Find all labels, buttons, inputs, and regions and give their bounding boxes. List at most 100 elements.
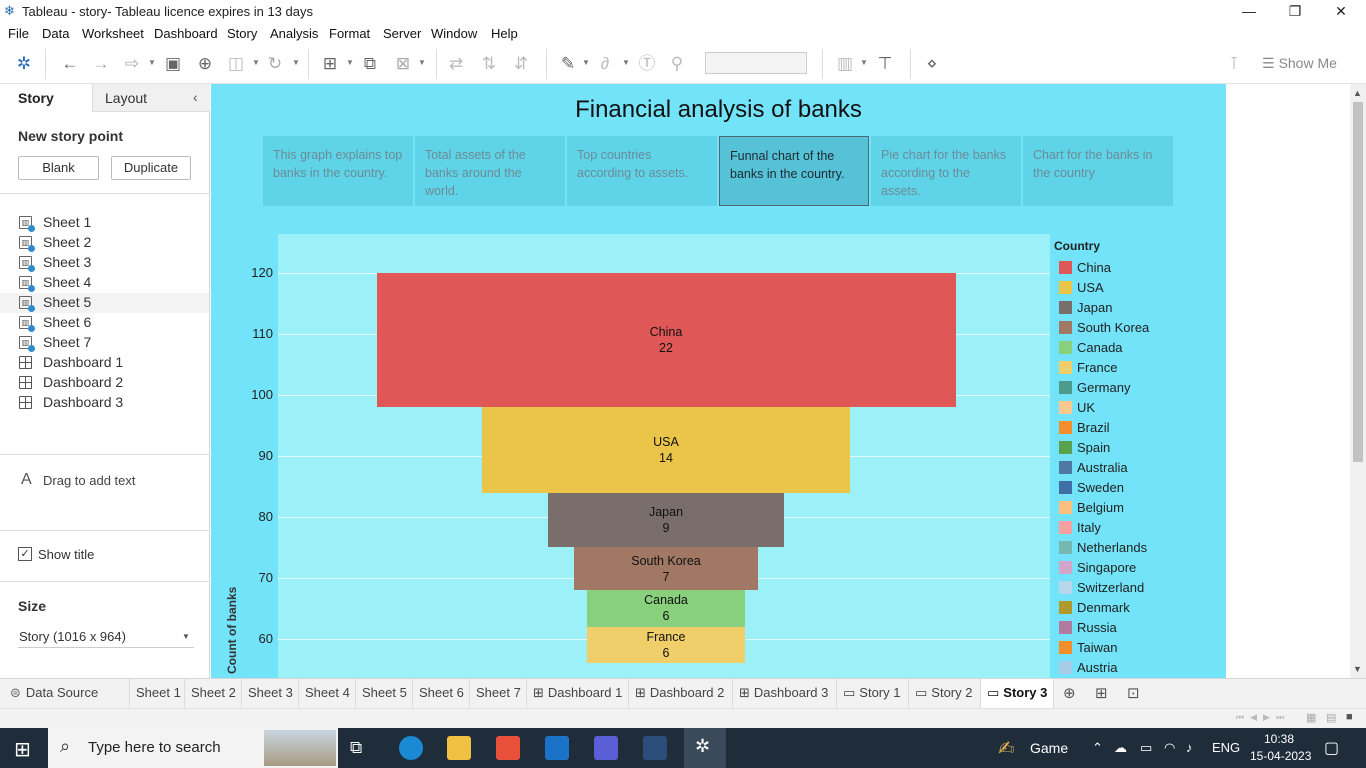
sort-descending-icon[interactable]: ⇵ xyxy=(511,54,531,74)
chevron-down-icon[interactable]: ▼ xyxy=(622,58,630,67)
pin-icon[interactable]: ⊺ xyxy=(1224,54,1244,74)
tab-dashboard-1[interactable]: ⊞ Dashboard 1 xyxy=(527,679,629,708)
menu-analysis[interactable]: Analysis xyxy=(270,26,318,41)
show-title-checkbox[interactable]: ✓ xyxy=(18,547,32,561)
chevron-up-icon[interactable]: ⌃ xyxy=(1092,740,1103,756)
tab-sheet-2[interactable]: Sheet 2 xyxy=(185,679,242,708)
scroll-up-icon[interactable]: ▲ xyxy=(1353,88,1362,98)
size-dropdown[interactable]: Story (1016 x 964) ▼ xyxy=(18,624,194,648)
microsoft-store-icon[interactable] xyxy=(496,736,520,760)
tab-dashboard-3[interactable]: ⊞ Dashboard 3 xyxy=(733,679,837,708)
tab-sheet-6[interactable]: Sheet 6 xyxy=(413,679,470,708)
show-cards-icon[interactable]: ▥ xyxy=(835,54,855,74)
blank-button[interactable]: Blank xyxy=(18,156,99,180)
tab-sheet-3[interactable]: Sheet 3 xyxy=(242,679,299,708)
story-point-2[interactable]: Total assets of the banks around the wor… xyxy=(415,136,565,206)
undo-icon[interactable]: ← xyxy=(60,54,80,74)
tab-sheet-7[interactable]: Sheet 7 xyxy=(470,679,527,708)
sheet-item[interactable]: ▥ Sheet 2 xyxy=(0,233,209,253)
collapse-pane-icon[interactable]: ‹ xyxy=(193,89,198,105)
mail-icon[interactable] xyxy=(545,736,569,760)
show-labels-icon[interactable]: Ⓣ xyxy=(637,54,657,74)
vertical-scrollbar[interactable]: ▲ ▼ xyxy=(1350,84,1366,678)
sheet-item[interactable]: ▥ Sheet 6 xyxy=(0,313,209,333)
chevron-down-icon[interactable]: ▼ xyxy=(292,58,300,67)
show-me-button[interactable]: ☰ Show Me xyxy=(1262,55,1337,72)
restore-icon[interactable]: ❐ xyxy=(1272,2,1318,22)
sheet-item[interactable]: ▥ Sheet 5 xyxy=(0,293,209,313)
show-filmstrip-icon[interactable]: ▦ xyxy=(1306,711,1316,724)
language-indicator[interactable]: ENG xyxy=(1212,740,1240,755)
story-point-3[interactable]: Top countries according to assets. xyxy=(567,136,717,206)
new-worksheet-icon[interactable]: ⊕ xyxy=(1063,684,1076,702)
new-data-source-icon[interactable]: ⊕ xyxy=(195,54,215,74)
game-icon[interactable]: ✍ xyxy=(998,736,1015,761)
tab-sheet-4[interactable]: Sheet 4 xyxy=(299,679,356,708)
sort-ascending-icon[interactable]: ⇅ xyxy=(479,54,499,74)
network-icon[interactable]: ☁ xyxy=(1114,740,1127,756)
chevron-down-icon[interactable]: ▼ xyxy=(418,58,426,67)
tab-story[interactable]: Story xyxy=(18,90,54,106)
sheet-item[interactable]: ▥ Sheet 1 xyxy=(0,213,209,233)
refresh-icon[interactable]: ↻ xyxy=(265,54,285,74)
replay-icon[interactable]: ⇨ xyxy=(122,54,142,74)
share-icon[interactable]: ⋄ xyxy=(922,54,942,74)
scroll-thumb[interactable] xyxy=(1353,102,1363,462)
volume-icon[interactable]: ♪ xyxy=(1186,740,1193,755)
funnel-chart-plot[interactable]: China 22 USA 14 Japan 9 South Korea 7 Canada 6 Fra… xyxy=(278,234,1050,678)
scroll-down-icon[interactable]: ▼ xyxy=(1353,664,1362,674)
menu-story[interactable]: Story xyxy=(227,26,257,41)
new-story-icon[interactable]: ⊡ xyxy=(1127,684,1140,702)
edge-icon[interactable] xyxy=(399,736,423,760)
menu-worksheet[interactable]: Worksheet xyxy=(82,26,144,41)
menu-dashboard[interactable]: Dashboard xyxy=(154,26,218,41)
wifi-icon[interactable]: ◠ xyxy=(1164,740,1175,756)
battery-icon[interactable]: ▭ xyxy=(1140,740,1152,756)
clock-date[interactable]: 15-04-2023 xyxy=(1250,749,1311,763)
chevron-down-icon[interactable]: ▼ xyxy=(252,58,260,67)
highlight-icon[interactable]: ✎ xyxy=(558,54,578,74)
fix-axes-icon[interactable]: ⚲ xyxy=(667,54,687,74)
story-point-4[interactable]: Funnal chart of the banks in the country… xyxy=(719,136,869,206)
tableau-active-icon[interactable]: ✲ xyxy=(684,728,726,768)
new-sheet-icon[interactable]: ⊞ xyxy=(320,54,340,74)
dashboard-item[interactable]: Dashboard 1 xyxy=(0,353,209,373)
swap-rows-columns-icon[interactable]: ⇄ xyxy=(446,54,466,74)
duplicate-sheet-icon[interactable]: ⧉ xyxy=(360,54,380,74)
show-tabs-icon[interactable]: ▤ xyxy=(1326,711,1336,724)
app-icon[interactable] xyxy=(594,736,618,760)
duplicate-button[interactable]: Duplicate xyxy=(111,156,191,180)
menu-help[interactable]: Help xyxy=(491,26,518,41)
taskbar-search[interactable]: ⌕ Type here to search xyxy=(48,728,338,768)
chevron-down-icon[interactable]: ▼ xyxy=(582,58,590,67)
tab-dashboard-2[interactable]: ⊞ Dashboard 2 xyxy=(629,679,733,708)
tab-story-1[interactable]: ▭ Story 1 xyxy=(837,679,909,708)
menu-data[interactable]: Data xyxy=(42,26,69,41)
story-point-6[interactable]: Chart for the banks in the country xyxy=(1023,136,1173,206)
tab-sheet-1[interactable]: Sheet 1 xyxy=(130,679,185,708)
story-point-5[interactable]: Pie chart for the banks according to the… xyxy=(871,136,1021,206)
menu-server[interactable]: Server xyxy=(383,26,421,41)
sheet-item[interactable]: ▥ Sheet 7 xyxy=(0,333,209,353)
menu-format[interactable]: Format xyxy=(329,26,370,41)
fit-dropdown[interactable] xyxy=(705,52,807,74)
sheet-item[interactable]: ▥ Sheet 3 xyxy=(0,253,209,273)
chevron-down-icon[interactable]: ▼ xyxy=(860,58,868,67)
save-icon[interactable]: ▣ xyxy=(163,54,183,74)
chevron-down-icon[interactable]: ▼ xyxy=(148,58,156,67)
menu-file[interactable]: File xyxy=(8,26,29,41)
task-view-icon[interactable]: ⧉ xyxy=(350,738,362,758)
pause-updates-icon[interactable]: ◫ xyxy=(226,54,246,74)
file-explorer-icon[interactable] xyxy=(447,736,471,760)
clock-time[interactable]: 10:38 xyxy=(1264,732,1294,746)
tableau-app-icon[interactable] xyxy=(643,736,667,760)
clear-sheet-icon[interactable]: ⊠ xyxy=(393,54,413,74)
new-dashboard-icon[interactable]: ⊞ xyxy=(1095,684,1108,702)
tab-story-2[interactable]: ▭ Story 2 xyxy=(909,679,981,708)
redo-icon[interactable]: → xyxy=(91,54,111,74)
windows-start-icon[interactable]: ⊞ xyxy=(14,737,31,762)
show-sheet-sorter-icon[interactable]: ■ xyxy=(1346,711,1353,723)
drag-to-add-text[interactable]: Drag to add text xyxy=(43,473,136,488)
close-icon[interactable]: ✕ xyxy=(1318,2,1364,22)
group-members-icon[interactable]: ∂ xyxy=(595,54,615,74)
